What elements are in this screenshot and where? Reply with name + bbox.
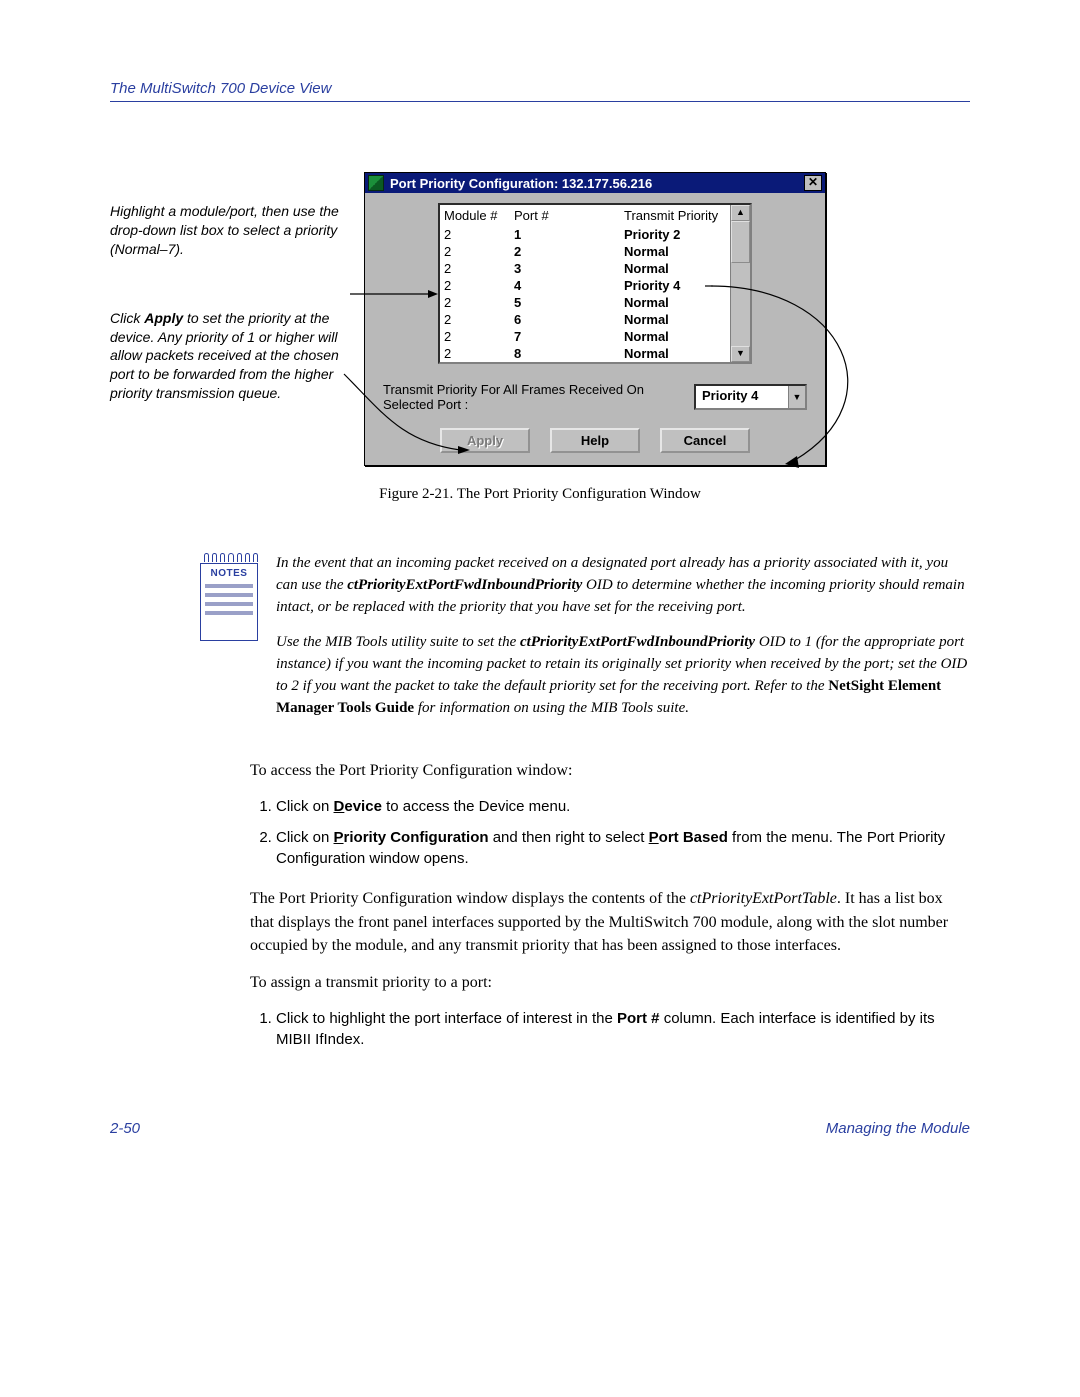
- as1b: Port #: [617, 1010, 660, 1027]
- cancel-button[interactable]: Cancel: [660, 428, 750, 453]
- notes-icon: NOTES: [200, 553, 258, 733]
- chevron-down-icon[interactable]: ▼: [788, 386, 805, 408]
- scroll-thumb[interactable]: [731, 221, 750, 263]
- s1b-letter: D: [334, 798, 345, 815]
- cell-priority[interactable]: Normal: [620, 311, 730, 328]
- priority-listbox[interactable]: Module # Port # Transmit Priority ▲ ▼ 2 …: [438, 203, 752, 364]
- priority-dropdown-value: Priority 4: [696, 386, 788, 408]
- margin-note-2: Click Apply to set the priority at the d…: [110, 309, 340, 403]
- as1a: Click to highlight the port interface of…: [276, 1010, 617, 1027]
- cell-port[interactable]: 6: [510, 311, 620, 328]
- scroll-up-icon[interactable]: ▲: [731, 205, 750, 221]
- s1c: to access the Device menu.: [382, 798, 570, 815]
- s2c: and then right to select: [489, 829, 649, 846]
- cell-module[interactable]: 2: [440, 243, 510, 260]
- priority-select-label: Transmit Priority For All Frames Receive…: [383, 382, 688, 412]
- notes-block: NOTES In the event that an incoming pack…: [200, 553, 970, 733]
- step-1: Click on Device to access the Device men…: [276, 796, 970, 817]
- scroll-down-icon[interactable]: ▼: [731, 346, 750, 362]
- cell-module[interactable]: 2: [440, 277, 510, 294]
- button-row: Apply Help Cancel: [375, 428, 815, 453]
- assign-steps: Click to highlight the port interface of…: [250, 1008, 970, 1050]
- cell-port[interactable]: 8: [510, 345, 620, 362]
- cell-module[interactable]: 2: [440, 226, 510, 243]
- cell-port[interactable]: 3: [510, 260, 620, 277]
- help-button[interactable]: Help: [550, 428, 640, 453]
- priority-select-row: Transmit Priority For All Frames Receive…: [383, 382, 807, 412]
- s2d: Port Based: [649, 829, 728, 846]
- header-rule: [110, 101, 970, 102]
- col-priority: Transmit Priority: [620, 205, 730, 226]
- window-titlebar[interactable]: Port Priority Configuration: 132.177.56.…: [365, 173, 825, 193]
- margin-note-2-bold: Apply: [144, 310, 183, 326]
- page: The MultiSwitch 700 Device View Highligh…: [0, 0, 1080, 1197]
- cell-priority[interactable]: Priority 4: [620, 277, 730, 294]
- intro-line: To access the Port Priority Configuratio…: [250, 759, 970, 782]
- running-header: The MultiSwitch 700 Device View: [110, 80, 970, 97]
- cell-port[interactable]: 2: [510, 243, 620, 260]
- figure-area: Highlight a module/port, then use the dr…: [110, 172, 970, 466]
- scrollbar[interactable]: ▲ ▼: [730, 205, 750, 362]
- cell-module[interactable]: 2: [440, 260, 510, 277]
- s1b: Device: [334, 798, 382, 815]
- cell-priority[interactable]: Normal: [620, 260, 730, 277]
- margin-note-2-pre: Click: [110, 310, 144, 326]
- step-2: Click on Priority Configuration and then…: [276, 827, 970, 869]
- s2b-letter: P: [334, 829, 344, 846]
- cell-port[interactable]: 4: [510, 277, 620, 294]
- para-b: ctPriorityExtPortTable: [690, 890, 837, 907]
- notes-text: In the event that an incoming packet rec…: [276, 553, 970, 733]
- page-footer: 2-50 Managing the Module: [110, 1120, 970, 1137]
- margin-notes: Highlight a module/port, then use the dr…: [110, 172, 340, 466]
- window-title-text: Port Priority Configuration: 132.177.56.…: [390, 176, 798, 191]
- footer-section: Managing the Module: [826, 1120, 970, 1137]
- page-number: 2-50: [110, 1120, 140, 1137]
- desc-para: The Port Priority Configuration window d…: [250, 887, 970, 957]
- window-body: Module # Port # Transmit Priority ▲ ▼ 2 …: [365, 193, 825, 465]
- cell-port[interactable]: 1: [510, 226, 620, 243]
- col-port: Port #: [510, 205, 620, 226]
- cell-priority[interactable]: Normal: [620, 345, 730, 362]
- body-text: To access the Port Priority Configuratio…: [250, 759, 970, 1050]
- notes-icon-label: NOTES: [205, 568, 253, 579]
- cell-module[interactable]: 2: [440, 328, 510, 345]
- figure-caption: Figure 2-21. The Port Priority Configura…: [110, 486, 970, 503]
- cell-port[interactable]: 7: [510, 328, 620, 345]
- notes-p2-b: ctPriorityExtPortFwdInboundPriority: [520, 634, 755, 650]
- cell-port[interactable]: 5: [510, 294, 620, 311]
- s1a: Click on: [276, 798, 334, 815]
- cell-module[interactable]: 2: [440, 294, 510, 311]
- assign-step-1: Click to highlight the port interface of…: [276, 1008, 970, 1050]
- scroll-track[interactable]: [731, 263, 750, 346]
- app-icon: [368, 175, 384, 191]
- access-steps: Click on Device to access the Device men…: [250, 796, 970, 869]
- cell-module[interactable]: 2: [440, 311, 510, 328]
- s2a: Click on: [276, 829, 334, 846]
- notes-p2-a: Use the MIB Tools utility suite to set t…: [276, 634, 520, 650]
- cell-priority[interactable]: Normal: [620, 243, 730, 260]
- cell-priority[interactable]: Normal: [620, 328, 730, 345]
- apply-button[interactable]: Apply: [440, 428, 530, 453]
- port-priority-window: Port Priority Configuration: 132.177.56.…: [364, 172, 826, 466]
- s2d-letter: P: [649, 829, 659, 846]
- cell-priority[interactable]: Normal: [620, 294, 730, 311]
- s2b: Priority Configuration: [334, 829, 489, 846]
- col-module: Module #: [440, 205, 510, 226]
- notes-p1-b: ctPriorityExtPortFwdInboundPriority: [347, 577, 582, 593]
- assign-line: To assign a transmit priority to a port:: [250, 971, 970, 994]
- priority-dropdown[interactable]: Priority 4 ▼: [694, 384, 807, 410]
- para-a: The Port Priority Configuration window d…: [250, 890, 690, 907]
- cell-module[interactable]: 2: [440, 345, 510, 362]
- notes-p2-e: for information on using the MIB Tools s…: [414, 700, 689, 716]
- cell-priority[interactable]: Priority 2: [620, 226, 730, 243]
- margin-note-1: Highlight a module/port, then use the dr…: [110, 202, 340, 259]
- close-icon[interactable]: ✕: [804, 175, 822, 191]
